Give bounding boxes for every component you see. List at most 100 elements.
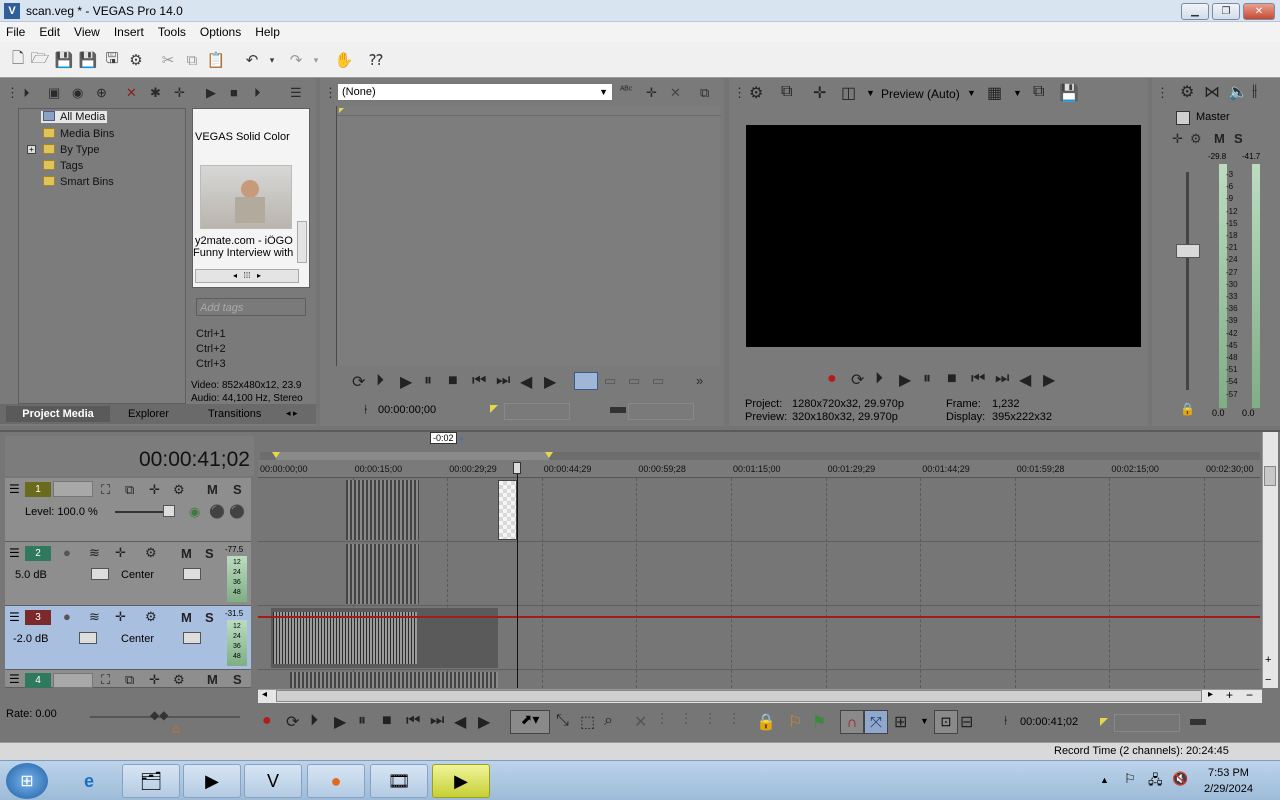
trimmer-dropdown[interactable]: (None) ▼ [337, 83, 613, 101]
master-solo-button[interactable]: S [1234, 131, 1243, 146]
maximize-button[interactable]: ❐ [1212, 3, 1240, 20]
new-project-icon[interactable]: 🗋 [8, 50, 28, 70]
compositing-mode-icon[interactable]: ◉ [189, 504, 200, 520]
media-list-vscroll[interactable] [297, 221, 307, 263]
explorer-taskbar-icon[interactable]: 🗂 [122, 764, 180, 798]
envelope-tool-icon[interactable]: ⤡ [556, 712, 569, 730]
zoom-tool-icon[interactable]: ⌕ [604, 712, 613, 730]
zoom-plus-icon[interactable]: + [1226, 688, 1233, 702]
go-to-start-icon[interactable]: ⏮ [406, 712, 420, 730]
stop-icon[interactable]: ■ [448, 372, 458, 390]
arm-record-icon[interactable]: ● [63, 545, 71, 560]
trimmer-fit-icon[interactable]: ▭ [652, 373, 664, 389]
loop-icon[interactable]: ⟳ [851, 370, 864, 390]
trimmer-length-field[interactable] [628, 403, 694, 420]
child-composite-icon[interactable]: ⚫ [229, 504, 245, 520]
trim-end-icon[interactable]: ⫶ [684, 712, 688, 730]
play-icon[interactable]: ▶ [400, 372, 412, 392]
media-fx-icon[interactable]: ✱ [150, 85, 161, 101]
audio-clip-track2[interactable] [346, 544, 419, 604]
loop-icon[interactable]: ⟳ [352, 372, 365, 392]
tabs-nav-icon[interactable]: ◂ ▸ [286, 408, 298, 419]
split-dropdown-icon[interactable]: ▼ [866, 88, 875, 98]
redo-dropdown-icon[interactable]: ▾ [306, 50, 326, 70]
track-fx-icon[interactable]: ≋ [89, 609, 100, 625]
import-media-icon[interactable]: 🞂 [24, 85, 29, 101]
preview-quality-dropdown[interactable]: Preview (Auto) [881, 87, 960, 101]
loop-region[interactable] [276, 452, 549, 460]
stop-icon[interactable]: ■ [230, 85, 238, 100]
prev-frame-icon[interactable]: ◀ [520, 372, 532, 392]
split-screen-icon[interactable]: ◫ [841, 83, 856, 103]
rate-handle[interactable]: ◆◆ [150, 708, 168, 722]
track-pan-handle[interactable] [183, 632, 201, 644]
trimmer-window-icon[interactable]: ⧉ [700, 85, 709, 101]
redo-icon[interactable]: ↷ [286, 50, 306, 70]
clock-date[interactable]: 2/29/2024 [1204, 783, 1253, 795]
go-to-start-icon[interactable]: ⏮ [971, 370, 985, 388]
ignore-grouping-icon[interactable]: ⊟ [960, 712, 973, 732]
play-from-start-icon[interactable]: ⏵ [310, 712, 318, 730]
video-taskbar-icon[interactable]: 🎞 [370, 764, 428, 798]
prev-frame-icon[interactable]: ◀ [1019, 370, 1031, 390]
delete-icon[interactable]: ✕ [634, 712, 647, 732]
quality-dropdown-icon[interactable]: ▼ [967, 88, 976, 98]
tags-input[interactable]: Add tags [196, 298, 306, 316]
track-collapse-icon[interactable]: ☰ [9, 546, 20, 560]
track-header-2[interactable]: ☰ 2 ● ≋ ✛ ⚙ M S 5.0 dB Center -77.5 [5, 542, 251, 606]
media-thumbnail[interactable] [200, 165, 292, 229]
save-as-icon[interactable]: 💾 [78, 50, 98, 70]
go-to-end-icon[interactable]: ⏭ [496, 372, 510, 390]
stop-icon[interactable]: ■ [947, 370, 957, 388]
menu-help[interactable]: Help [255, 25, 280, 39]
tree-smart-bins[interactable]: Smart Bins [43, 176, 114, 188]
trimmer-more-icon[interactable]: » [696, 373, 703, 388]
next-frame-icon[interactable]: ▶ [544, 372, 556, 392]
track-header-3[interactable]: ☰ 3 ● ≋ ✛ ⚙ M S -2.0 dB Center -31.5 [5, 606, 251, 670]
auto-preview-play-icon[interactable]: ⏵ [254, 85, 261, 101]
loop-start-marker-icon[interactable] [272, 452, 280, 458]
close-button[interactable]: ✕ [1243, 3, 1275, 20]
trimmer-timecode[interactable]: 00:00:00;00 [378, 404, 444, 420]
copy-snapshot-icon[interactable]: ⧉ [1033, 83, 1044, 101]
track-mute-button[interactable]: M [181, 546, 192, 561]
track-envelope-icon[interactable]: ✛ [115, 609, 126, 625]
save-snapshot-icon[interactable]: 💾 [1059, 83, 1079, 103]
open-icon[interactable]: 🗁 [30, 50, 50, 70]
trim-start-icon[interactable]: ⫶ [660, 712, 664, 730]
track-motion-icon[interactable]: ⛶ [101, 482, 110, 498]
spellcheck-icon[interactable]: ᴬᴮᶜ [620, 85, 632, 96]
ripple-dropdown-icon[interactable]: ▼ [920, 716, 929, 726]
get-media-web-icon[interactable]: ⊕ [96, 85, 107, 101]
play-icon[interactable]: ▶ [334, 712, 346, 732]
undo-icon[interactable]: ↶ [242, 50, 262, 70]
timeline-cursor[interactable] [517, 462, 518, 688]
go-to-end-icon[interactable]: ⏭ [995, 370, 1009, 388]
menu-options[interactable]: Options [200, 25, 241, 39]
audio-clip-track4[interactable] [290, 672, 498, 688]
track-mute-button[interactable]: M [207, 672, 218, 687]
trimmer-insert-icon[interactable]: ▭ [604, 373, 616, 389]
volume-envelope-line[interactable] [258, 616, 1260, 618]
tree-all-media[interactable]: All Media [41, 111, 108, 123]
action-center-icon[interactable]: ⚐ [1124, 771, 1136, 787]
prev-frame-icon[interactable]: ◀ [454, 712, 466, 732]
pause-icon[interactable]: ⏸ [923, 370, 931, 388]
track-envelope-icon[interactable]: ✛ [149, 482, 160, 498]
master-fx-icon[interactable]: ⫲ [1252, 82, 1257, 100]
vscroll-thumb[interactable] [1264, 466, 1276, 486]
play-from-start-icon[interactable]: ⏵ [875, 370, 883, 388]
menu-tools[interactable]: Tools [158, 25, 186, 39]
track-collapse-icon[interactable]: ☰ [9, 482, 20, 496]
region-icon[interactable]: ⚑ [812, 712, 826, 732]
tab-project-media[interactable]: Project Media [6, 406, 110, 422]
track-solo-button[interactable]: S [233, 672, 242, 687]
snapping-button[interactable]: ∩ [840, 710, 864, 734]
cursor-handle[interactable] [513, 462, 521, 474]
lock-envelopes-button[interactable]: ⊡ [934, 710, 958, 734]
views-icon[interactable]: ☰ [290, 85, 302, 101]
track-settings-icon[interactable]: ⚙ [145, 545, 157, 561]
menu-insert[interactable]: Insert [114, 25, 144, 39]
track-solo-button[interactable]: S [205, 610, 214, 625]
marker-icon[interactable]: ⚐ [788, 712, 802, 732]
